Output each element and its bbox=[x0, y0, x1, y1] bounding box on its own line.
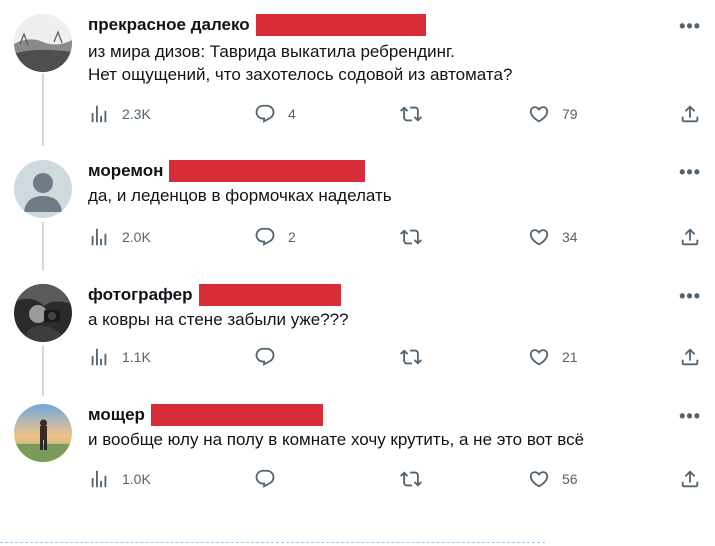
retweet-button[interactable] bbox=[400, 346, 422, 368]
reply-button[interactable]: 4 bbox=[254, 103, 296, 125]
tweet-3[interactable]: фотографер ••• а ковры на стене забыли у… bbox=[0, 284, 715, 384]
tweet-text: и вообще юлу на полу в комнате хочу крут… bbox=[88, 430, 585, 449]
retweet-button[interactable] bbox=[400, 103, 422, 125]
like-count: 56 bbox=[562, 471, 578, 487]
like-count: 79 bbox=[562, 106, 578, 122]
like-button[interactable]: 34 bbox=[528, 226, 578, 248]
like-button[interactable]: 21 bbox=[528, 346, 578, 368]
avatar[interactable] bbox=[14, 14, 72, 72]
author-name[interactable]: фотографер bbox=[88, 285, 193, 305]
bar-chart-icon bbox=[88, 226, 110, 248]
avatar[interactable] bbox=[14, 404, 72, 462]
reply-count: 2 bbox=[288, 229, 296, 245]
reply-button[interactable] bbox=[254, 346, 276, 368]
bar-chart-icon bbox=[88, 468, 110, 490]
reply-button[interactable]: 2 bbox=[254, 226, 296, 248]
tweet-4[interactable]: мощер ••• и вообще юлу на полу в комнате… bbox=[0, 404, 715, 504]
tweet-text: из мира дизов: Таврида выкатила ребренди… bbox=[88, 42, 513, 84]
reply-button[interactable] bbox=[254, 468, 276, 490]
avatar[interactable] bbox=[14, 284, 72, 342]
heart-icon bbox=[528, 103, 550, 125]
reply-bubble-icon bbox=[254, 103, 276, 125]
retweet-icon bbox=[400, 468, 422, 490]
share-button[interactable] bbox=[679, 103, 701, 125]
retweet-icon bbox=[400, 226, 422, 248]
views-button[interactable]: 1.0K bbox=[88, 468, 151, 490]
author-name[interactable]: прекрасное далеко bbox=[88, 15, 250, 35]
more-dots-icon[interactable]: ••• bbox=[679, 406, 701, 427]
heart-icon bbox=[528, 226, 550, 248]
tweet-text: да, и леденцов в формочках наделать bbox=[88, 186, 392, 205]
like-count: 21 bbox=[562, 349, 578, 365]
views-count: 2.0K bbox=[122, 229, 151, 245]
retweet-icon bbox=[400, 103, 422, 125]
views-button[interactable]: 2.3K bbox=[88, 103, 151, 125]
redaction-bar bbox=[255, 14, 426, 36]
retweet-button[interactable] bbox=[400, 468, 422, 490]
share-button[interactable] bbox=[679, 468, 701, 490]
tweet-2[interactable]: моремон ••• да, и леденцов в формочках н… bbox=[0, 160, 715, 260]
heart-icon bbox=[528, 468, 550, 490]
tweet-1[interactable]: прекрасное далеко ••• из мира дизов: Тав… bbox=[0, 14, 715, 134]
views-button[interactable]: 2.0K bbox=[88, 226, 151, 248]
retweet-button[interactable] bbox=[400, 226, 422, 248]
avatar[interactable] bbox=[14, 160, 72, 218]
like-count: 34 bbox=[562, 229, 578, 245]
reply-bubble-icon bbox=[254, 346, 276, 368]
views-button[interactable]: 1.1K bbox=[88, 346, 151, 368]
retweet-icon bbox=[400, 346, 422, 368]
heart-icon bbox=[528, 346, 550, 368]
tweet-text: а ковры на стене забыли уже??? bbox=[88, 310, 349, 329]
like-button[interactable]: 56 bbox=[528, 468, 578, 490]
redaction-bar bbox=[150, 404, 323, 426]
bar-chart-icon bbox=[88, 346, 110, 368]
share-upload-icon bbox=[679, 346, 701, 368]
reply-count: 4 bbox=[288, 106, 296, 122]
views-count: 1.0K bbox=[122, 471, 151, 487]
more-dots-icon[interactable]: ••• bbox=[679, 162, 701, 183]
bar-chart-icon bbox=[88, 103, 110, 125]
more-dots-icon[interactable]: ••• bbox=[679, 286, 701, 307]
share-upload-icon bbox=[679, 103, 701, 125]
like-button[interactable]: 79 bbox=[528, 103, 578, 125]
share-button[interactable] bbox=[679, 346, 701, 368]
author-name[interactable]: моремон bbox=[88, 161, 163, 181]
divider bbox=[0, 542, 545, 543]
share-button[interactable] bbox=[679, 226, 701, 248]
views-count: 2.3K bbox=[122, 106, 151, 122]
more-dots-icon[interactable]: ••• bbox=[679, 16, 701, 37]
author-name[interactable]: мощер bbox=[88, 405, 145, 425]
redaction-bar bbox=[169, 160, 366, 182]
reply-bubble-icon bbox=[254, 226, 276, 248]
views-count: 1.1K bbox=[122, 349, 151, 365]
reply-bubble-icon bbox=[254, 468, 276, 490]
share-upload-icon bbox=[679, 468, 701, 490]
share-upload-icon bbox=[679, 226, 701, 248]
redaction-bar bbox=[198, 284, 341, 306]
